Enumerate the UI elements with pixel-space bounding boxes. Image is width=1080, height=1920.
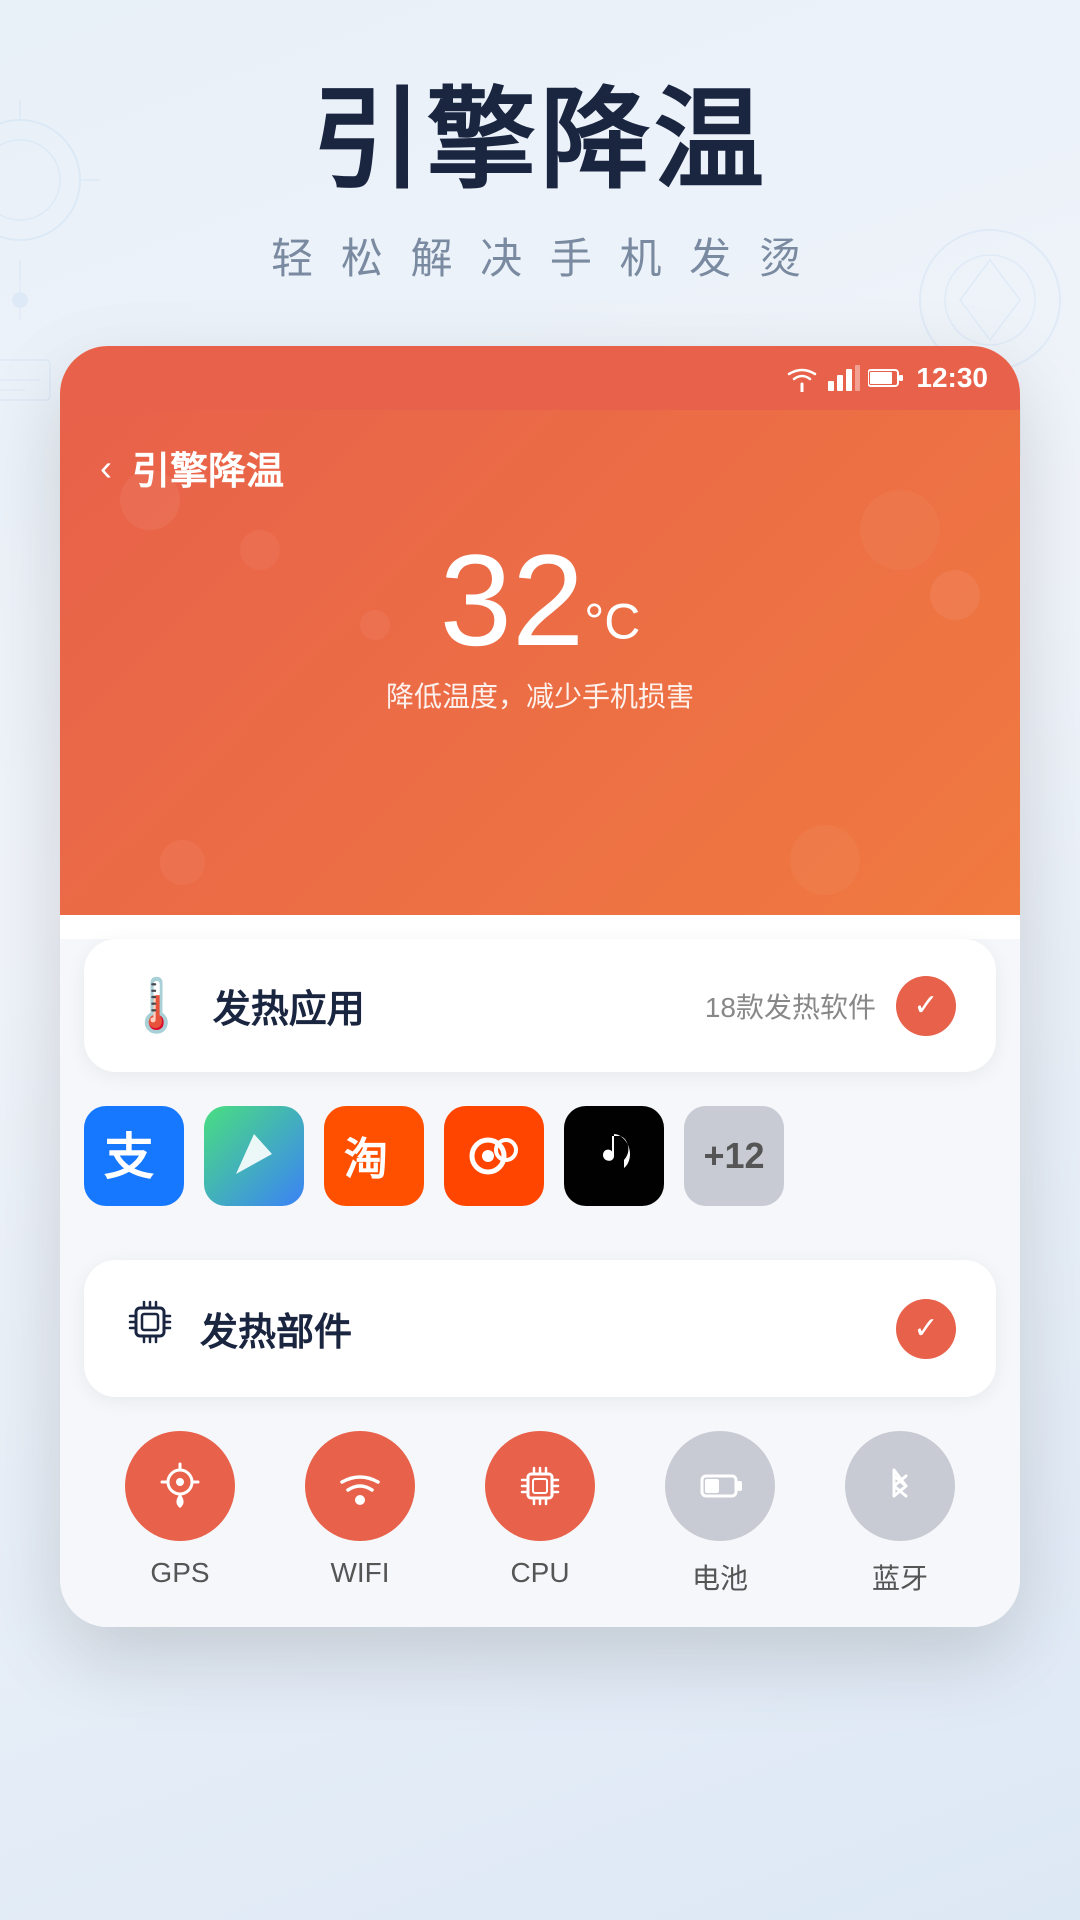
hot-apps-check[interactable]: ✓ (896, 976, 956, 1036)
apps-row: 支 淘 (60, 1096, 1020, 1236)
alipay-icon: 支 (84, 1106, 184, 1206)
feishu-icon (204, 1106, 304, 1206)
app-kuaishou[interactable] (444, 1106, 544, 1206)
phone-mockup: 12:30 ‹ 引擎降温 32°C 降低温度，减少手机损害 (60, 346, 1020, 1627)
hot-components-left: 发热部件 (124, 1296, 352, 1361)
component-gps[interactable]: GPS (125, 1431, 235, 1597)
status-bar: 12:30 (60, 346, 1020, 410)
hot-apps-meta: 18款发热软件 (705, 986, 876, 1026)
phone-content: 🌡️ 发热应用 18款发热软件 ✓ 支 (60, 939, 1020, 1627)
temp-description: 降低温度，减少手机损害 (100, 675, 980, 715)
thermometer-icon: 🌡️ (124, 975, 189, 1036)
hot-apps-card: 🌡️ 发热应用 18款发热软件 ✓ (84, 939, 996, 1072)
bluetooth-circle (845, 1431, 955, 1541)
status-icons (784, 364, 904, 392)
back-arrow[interactable]: ‹ (100, 447, 112, 489)
app-feishu[interactable] (204, 1106, 304, 1206)
taobao-icon: 淘 (324, 1106, 424, 1206)
kuaishou-icon (444, 1106, 544, 1206)
hot-components-title: 发热部件 (200, 1301, 352, 1356)
temp-unit: °C (584, 594, 640, 650)
douyin-icon (564, 1106, 664, 1206)
hot-components-header: 发热部件 ✓ (124, 1296, 956, 1361)
gps-circle (125, 1431, 235, 1541)
app-douyin[interactable] (564, 1106, 664, 1206)
battery-circle (665, 1431, 775, 1541)
wifi-circle (305, 1431, 415, 1541)
app-header: ‹ 引擎降温 32°C 降低温度，减少手机损害 (60, 410, 1020, 915)
hot-apps-left: 🌡️ 发热应用 (124, 975, 365, 1036)
component-wifi[interactable]: WIFI (305, 1431, 415, 1597)
component-bluetooth[interactable]: 蓝牙 (845, 1431, 955, 1597)
app-alipay[interactable]: 支 (84, 1106, 184, 1206)
cpu-circle (485, 1431, 595, 1541)
hot-apps-header: 🌡️ 发热应用 18款发热软件 ✓ (124, 975, 956, 1036)
hot-components-check[interactable]: ✓ (896, 1299, 956, 1359)
status-time: 12:30 (916, 362, 988, 394)
hero-subtitle: 轻 松 解 决 手 机 发 烫 (40, 225, 1040, 286)
bluetooth-label: 蓝牙 (872, 1557, 928, 1597)
chip-icon (124, 1296, 176, 1361)
app-more[interactable]: +12 (684, 1106, 784, 1206)
app-nav: ‹ 引擎降温 (100, 440, 980, 495)
hot-apps-title: 发热应用 (213, 978, 365, 1033)
hero-section: 引擎降温 轻 松 解 决 手 机 发 烫 (40, 80, 1040, 286)
components-row: GPS WIFI (60, 1421, 1020, 1627)
battery-label: 电池 (692, 1557, 748, 1597)
temp-value: 32 (440, 527, 585, 673)
component-battery[interactable]: 电池 (665, 1431, 775, 1597)
svg-text:支: 支 (104, 1129, 154, 1185)
component-cpu[interactable]: CPU (485, 1431, 595, 1597)
gps-label: GPS (150, 1557, 209, 1589)
more-apps-icon: +12 (684, 1106, 784, 1206)
temperature-display: 32°C 降低温度，减少手机损害 (100, 535, 980, 715)
cpu-label: CPU (510, 1557, 569, 1589)
hero-title: 引擎降温 (40, 80, 1040, 201)
wifi-label: WIFI (330, 1557, 389, 1589)
hot-components-card: 发热部件 ✓ (84, 1260, 996, 1397)
svg-text:淘: 淘 (344, 1135, 388, 1184)
app-taobao[interactable]: 淘 (324, 1106, 424, 1206)
